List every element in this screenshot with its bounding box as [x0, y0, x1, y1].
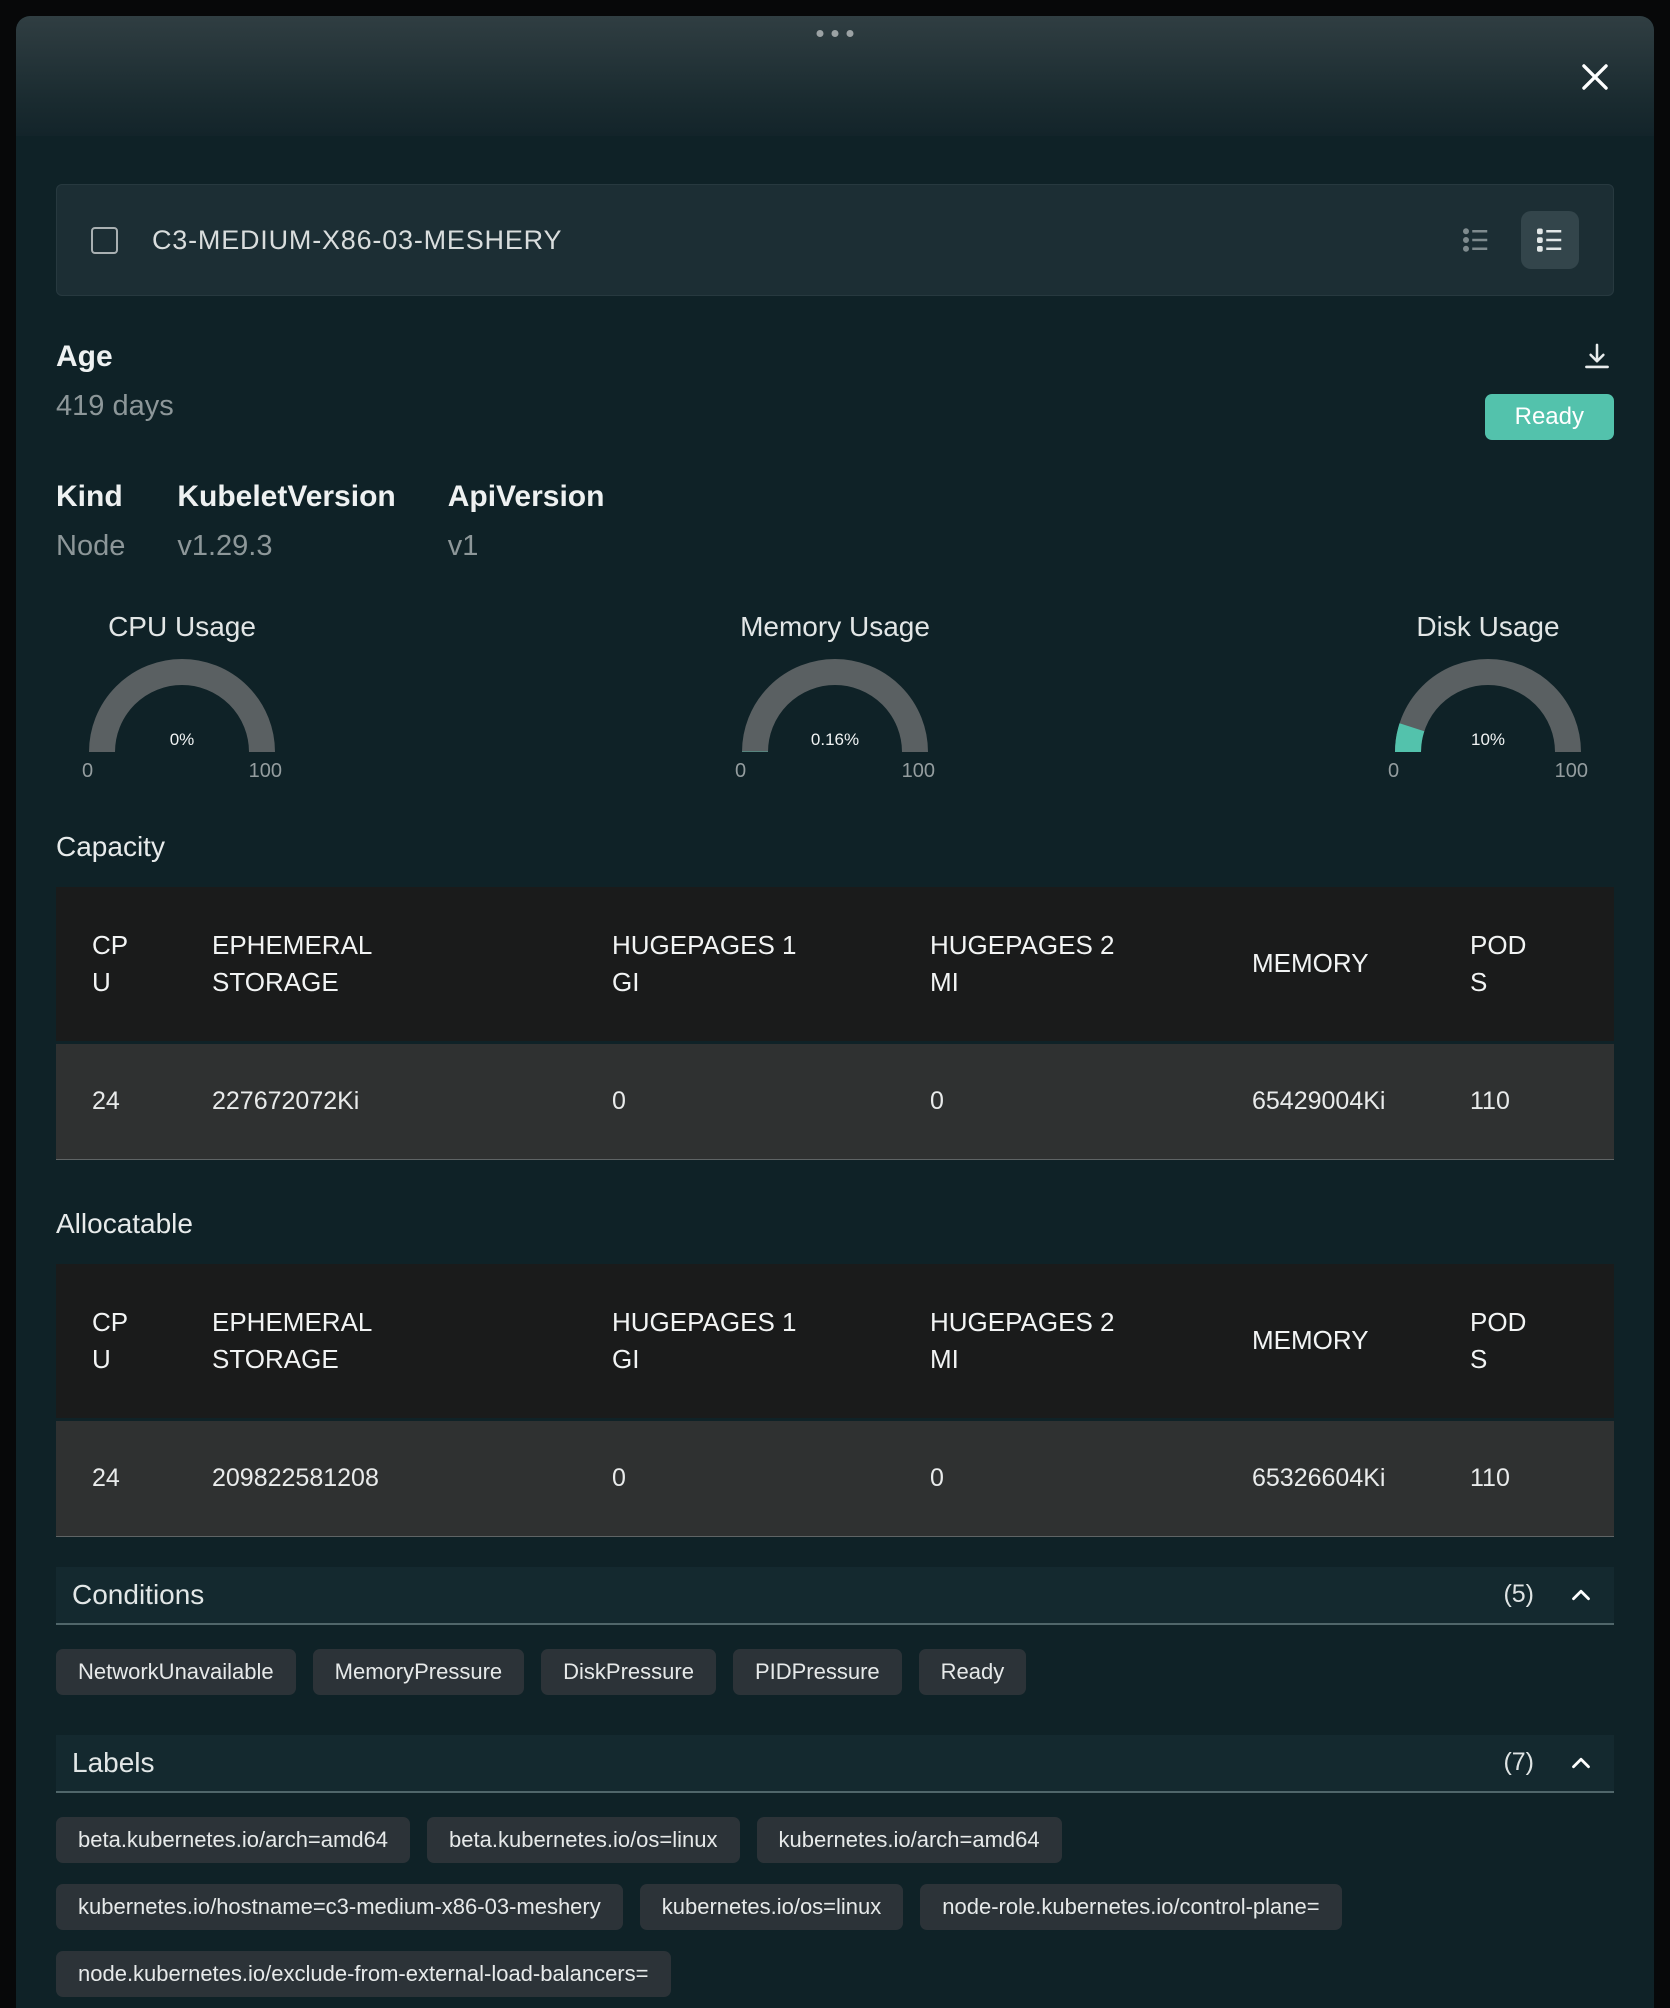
capacity-hugepages-1gi: 0: [576, 1042, 894, 1159]
col-pods: PODS: [1434, 887, 1614, 1042]
gauge-value: 0%: [170, 730, 195, 750]
compact-view-icon[interactable]: [1447, 211, 1505, 269]
col-hugepages-1gi: HUGEPAGES 1 GI: [576, 1264, 894, 1419]
allocatable-hugepages-2mi: 0: [894, 1419, 1216, 1536]
more-options-icon[interactable]: [817, 30, 854, 37]
condition-chip: Ready: [919, 1649, 1027, 1695]
label-chip: kubernetes.io/hostname=c3-medium-x86-03-…: [56, 1884, 623, 1930]
disk-usage-gauge: Disk Usage 10% 0 100: [1372, 611, 1604, 783]
node-select-checkbox[interactable]: [91, 227, 118, 254]
allocatable-title: Allocatable: [56, 1208, 1614, 1240]
col-cpu: CPU: [56, 887, 176, 1042]
download-icon[interactable]: [1580, 340, 1614, 374]
allocatable-table: CPU EPHEMERAL STORAGE HUGEPAGES 1 GI HUG…: [56, 1264, 1614, 1537]
labels-title: Labels: [72, 1747, 1503, 1779]
api-block: ApiVersion v1: [448, 480, 605, 563]
col-ephemeral-storage: EPHEMERAL STORAGE: [176, 887, 576, 1042]
allocatable-header-row: CPU EPHEMERAL STORAGE HUGEPAGES 1 GI HUG…: [56, 1264, 1614, 1419]
age-status-row: Age 419 days Ready: [56, 340, 1614, 440]
label-chip: node.kubernetes.io/exclude-from-external…: [56, 1951, 671, 1997]
api-version-label: ApiVersion: [448, 480, 605, 514]
label-chip: beta.kubernetes.io/os=linux: [427, 1817, 739, 1863]
capacity-title: Capacity: [56, 831, 1614, 863]
kind-row: Kind Node KubeletVersion v1.29.3 ApiVers…: [56, 480, 1614, 563]
kubelet-block: KubeletVersion v1.29.3: [177, 480, 395, 563]
gauge-title: CPU Usage: [108, 611, 256, 643]
kind-value: Node: [56, 530, 125, 563]
table-row: 24 209822581208 0 0 65326604Ki 110: [56, 1419, 1614, 1536]
labels-chips: beta.kubernetes.io/arch=amd64 beta.kuber…: [56, 1817, 1614, 1997]
condition-chip: PIDPressure: [733, 1649, 902, 1695]
label-chip: kubernetes.io/arch=amd64: [757, 1817, 1062, 1863]
condition-chip: DiskPressure: [541, 1649, 716, 1695]
chevron-up-icon[interactable]: [1564, 1746, 1598, 1780]
kind-block: Kind Node: [56, 480, 125, 563]
api-version-value: v1: [448, 530, 605, 563]
conditions-chips: NetworkUnavailable MemoryPressure DiskPr…: [56, 1649, 1614, 1695]
condition-chip: MemoryPressure: [313, 1649, 524, 1695]
conditions-title: Conditions: [72, 1579, 1503, 1611]
capacity-memory: 65429004Ki: [1216, 1042, 1434, 1159]
close-icon[interactable]: [1576, 58, 1614, 96]
allocatable-cpu: 24: [56, 1419, 176, 1536]
age-block: Age 419 days: [56, 340, 174, 423]
gauge-min: 0: [735, 760, 746, 783]
list-view-icon[interactable]: [1521, 211, 1579, 269]
labels-header[interactable]: Labels (7): [56, 1735, 1614, 1793]
conditions-header[interactable]: Conditions (5): [56, 1567, 1614, 1625]
usage-gauges: CPU Usage 0% 0 100 Memory Usage: [56, 611, 1614, 783]
modal-topbar: [16, 16, 1654, 136]
allocatable-pods: 110: [1434, 1419, 1614, 1536]
label-chip: beta.kubernetes.io/arch=amd64: [56, 1817, 410, 1863]
gauge-max: 100: [902, 760, 935, 783]
age-label: Age: [56, 340, 174, 374]
col-memory: MEMORY: [1216, 1264, 1434, 1419]
gauge-title: Memory Usage: [740, 611, 930, 643]
age-value: 419 days: [56, 390, 174, 423]
capacity-ephemeral-storage: 227672072Ki: [176, 1042, 576, 1159]
condition-chip: NetworkUnavailable: [56, 1649, 296, 1695]
chevron-up-icon[interactable]: [1564, 1578, 1598, 1612]
gauge-min: 0: [1388, 760, 1399, 783]
col-pods: PODS: [1434, 1264, 1614, 1419]
node-details-modal: C3-MEDIUM-X86-03-MESHERY: [16, 16, 1654, 2008]
status-badge: Ready: [1485, 394, 1614, 440]
allocatable-memory: 65326604Ki: [1216, 1419, 1434, 1536]
node-header-card: C3-MEDIUM-X86-03-MESHERY: [56, 184, 1614, 296]
labels-count: (7): [1503, 1748, 1534, 1777]
allocatable-hugepages-1gi: 0: [576, 1419, 894, 1536]
col-hugepages-2mi: HUGEPAGES 2 MI: [894, 887, 1216, 1042]
table-row: 24 227672072Ki 0 0 65429004Ki 110: [56, 1042, 1614, 1159]
gauge-value: 0.16%: [811, 730, 859, 750]
label-chip: node-role.kubernetes.io/control-plane=: [920, 1884, 1341, 1930]
col-hugepages-2mi: HUGEPAGES 2 MI: [894, 1264, 1216, 1419]
capacity-cpu: 24: [56, 1042, 176, 1159]
kubelet-version-value: v1.29.3: [177, 530, 395, 563]
capacity-pods: 110: [1434, 1042, 1614, 1159]
allocatable-ephemeral-storage: 209822581208: [176, 1419, 576, 1536]
col-memory: MEMORY: [1216, 887, 1434, 1042]
capacity-table: CPU EPHEMERAL STORAGE HUGEPAGES 1 GI HUG…: [56, 887, 1614, 1160]
gauge-min: 0: [82, 760, 93, 783]
modal-content: C3-MEDIUM-X86-03-MESHERY: [16, 184, 1654, 1997]
gauge-max: 100: [1555, 760, 1588, 783]
gauge-max: 100: [249, 760, 282, 783]
capacity-header-row: CPU EPHEMERAL STORAGE HUGEPAGES 1 GI HUG…: [56, 887, 1614, 1042]
label-chip: kubernetes.io/os=linux: [640, 1884, 904, 1930]
kubelet-version-label: KubeletVersion: [177, 480, 395, 514]
kind-label: Kind: [56, 480, 125, 514]
col-cpu: CPU: [56, 1264, 176, 1419]
gauge-title: Disk Usage: [1416, 611, 1559, 643]
col-hugepages-1gi: HUGEPAGES 1 GI: [576, 887, 894, 1042]
cpu-usage-gauge: CPU Usage 0% 0 100: [66, 611, 298, 783]
gauge-value: 10%: [1471, 730, 1505, 750]
conditions-count: (5): [1503, 1580, 1534, 1609]
memory-usage-gauge: Memory Usage 0.16% 0 100: [719, 611, 951, 783]
col-ephemeral-storage: EPHEMERAL STORAGE: [176, 1264, 576, 1419]
view-toggle: [1447, 211, 1579, 269]
node-name: C3-MEDIUM-X86-03-MESHERY: [152, 225, 1447, 256]
capacity-hugepages-2mi: 0: [894, 1042, 1216, 1159]
age-right-block: Ready: [1485, 340, 1614, 440]
